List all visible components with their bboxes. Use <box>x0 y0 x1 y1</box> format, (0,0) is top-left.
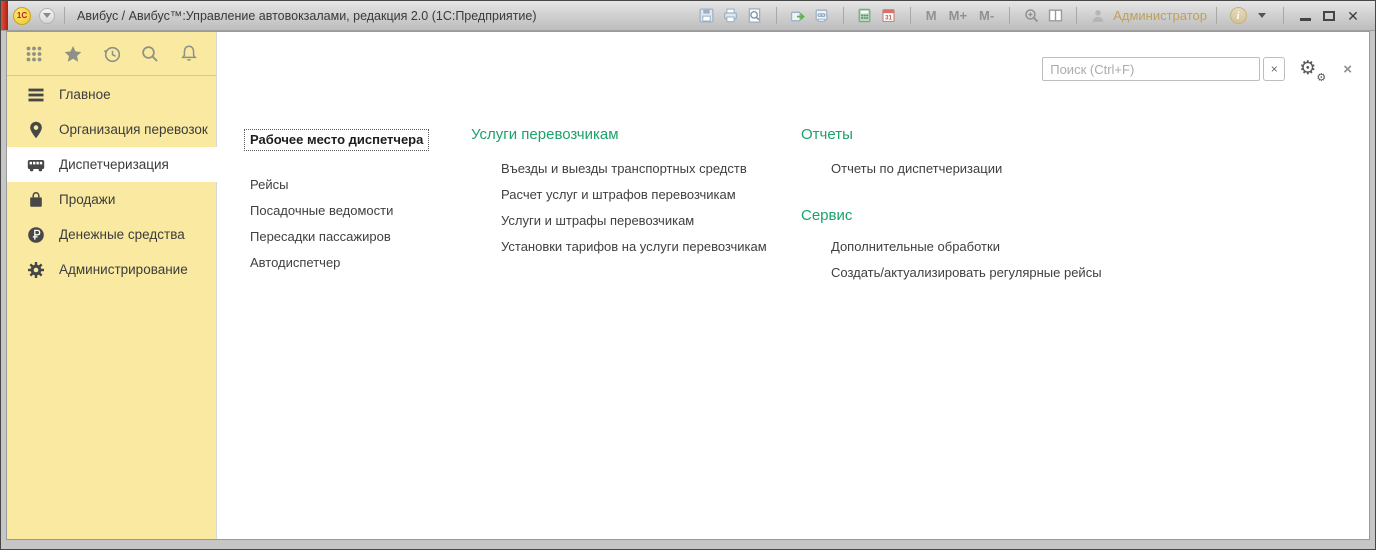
menu-lines-icon <box>26 85 46 105</box>
content-link[interactable]: Создать/актуализировать регулярные рейсы <box>831 260 1102 286</box>
system-menu-button[interactable] <box>39 8 55 24</box>
calendar-icon[interactable]: 31 <box>879 6 899 26</box>
column-2-links: Въезды и выезды транспортных средств Рас… <box>501 156 767 260</box>
calculator-icon[interactable] <box>855 6 875 26</box>
content-link[interactable]: Услуги и штрафы перевозчикам <box>501 208 767 234</box>
separator <box>910 7 911 24</box>
function-menu-panel: × ⚙ ⚙ × Рабочее место диспетчера Рейсы П… <box>217 32 1369 539</box>
map-pin-icon <box>26 120 46 140</box>
gear-icon <box>26 260 46 280</box>
save-icon[interactable] <box>697 6 717 26</box>
content-link[interactable]: Дополнительные обработки <box>831 234 1102 260</box>
featured-link-rabochee-mesto[interactable]: Рабочее место диспетчера <box>244 129 429 151</box>
go-to-link-icon[interactable] <box>788 6 808 26</box>
content-link[interactable]: Въезды и выезды транспортных средств <box>501 156 767 182</box>
sidebar-item-dispetcherizaciya[interactable]: Диспетчеризация <box>7 147 217 182</box>
close-panel-button[interactable]: × <box>1343 61 1352 78</box>
close-button[interactable]: ✕ <box>1343 6 1363 26</box>
content-link[interactable]: Отчеты по диспетчеризации <box>831 156 1002 182</box>
bus-icon <box>26 155 46 175</box>
separator <box>64 7 65 24</box>
sidebar-item-prodazhi[interactable]: Продажи <box>7 182 216 217</box>
section-menu: Главное Организация перевозок Диспетчери… <box>7 76 216 287</box>
memory-m-button[interactable]: M <box>926 8 937 23</box>
separator <box>1283 7 1284 24</box>
print-preview-icon[interactable] <box>745 6 765 26</box>
search-clear-button[interactable]: × <box>1263 57 1285 81</box>
ruble-coin-icon <box>26 225 46 245</box>
search-icon[interactable] <box>138 42 162 66</box>
app-window: 1С Авибус / Авибус™:Управление автовокза… <box>0 0 1376 550</box>
sidebar-item-glavnoe[interactable]: Главное <box>7 77 216 112</box>
window-title: Авибус / Авибус™:Управление автовокзалам… <box>77 9 537 23</box>
sidebar-item-organizaciya-perevozok[interactable]: Организация перевозок <box>7 112 216 147</box>
chevron-down-icon <box>43 13 51 18</box>
content-link[interactable]: Пересадки пассажиров <box>250 224 393 250</box>
sidebar-item-label: Организация перевозок <box>59 122 208 137</box>
user-icon <box>1088 6 1108 26</box>
search-row: × ⚙ ⚙ × <box>1042 56 1352 82</box>
search-input[interactable] <box>1042 57 1260 81</box>
memory-plus-button[interactable]: M+ <box>949 8 967 23</box>
section-header-uslugi: Услуги перевозчикам <box>471 125 619 145</box>
sidebar-item-label: Денежные средства <box>59 227 185 242</box>
window-edge-accent <box>1 1 8 30</box>
sidebar-item-denezhnye-sredstva[interactable]: Денежные средства <box>7 217 216 252</box>
history-icon[interactable] <box>100 42 124 66</box>
column-3-service-links: Дополнительные обработки Создать/актуали… <box>831 234 1102 286</box>
current-user-label[interactable]: Администратор <box>1113 8 1207 23</box>
get-link-icon[interactable] <box>812 6 832 26</box>
content-link[interactable]: Рейсы <box>250 172 393 198</box>
section-header-servis: Сервис <box>801 206 852 226</box>
content-link[interactable]: Посадочные ведомости <box>250 198 393 224</box>
content-link[interactable]: Автодиспетчер <box>250 250 393 276</box>
separator <box>1009 7 1010 24</box>
section-header-otchety: Отчеты <box>801 125 853 145</box>
shopping-bag-icon <box>26 190 46 210</box>
content-link[interactable]: Расчет услуг и штрафов перевозчикам <box>501 182 767 208</box>
separator <box>1076 7 1077 24</box>
separator <box>1216 7 1217 24</box>
minimize-button[interactable] <box>1295 6 1315 26</box>
section-panel: Главное Организация перевозок Диспетчери… <box>7 32 217 539</box>
settings-gears-icon[interactable]: ⚙ ⚙ <box>1299 56 1325 82</box>
1c-logo-icon: 1С <box>13 7 31 25</box>
notifications-bell-icon[interactable] <box>177 42 201 66</box>
panel-toolbar <box>7 32 216 76</box>
sidebar-item-label: Диспетчеризация <box>59 157 169 172</box>
separator <box>776 7 777 24</box>
dropdown-arrow-icon[interactable] <box>1252 6 1272 26</box>
info-icon[interactable]: i <box>1228 6 1248 26</box>
zoom-icon[interactable] <box>1021 6 1041 26</box>
maximize-button[interactable] <box>1319 6 1339 26</box>
memory-minus-button[interactable]: M- <box>979 8 994 23</box>
apps-grid-icon[interactable] <box>22 42 46 66</box>
sidebar-item-label: Администрирование <box>59 262 188 277</box>
content-link[interactable]: Установки тарифов на услуги перевозчикам <box>501 234 767 260</box>
column-3-reports-links: Отчеты по диспетчеризации <box>831 156 1002 182</box>
sidebar-item-label: Продажи <box>59 192 115 207</box>
title-bar: 1С Авибус / Авибус™:Управление автовокза… <box>1 1 1375 31</box>
svg-text:31: 31 <box>885 14 893 21</box>
sidebar-item-administrirovanie[interactable]: Администрирование <box>7 252 216 287</box>
print-icon[interactable] <box>721 6 741 26</box>
sidebar-item-label: Главное <box>59 87 111 102</box>
favorites-star-icon[interactable] <box>61 42 85 66</box>
split-window-icon[interactable] <box>1045 6 1065 26</box>
separator <box>843 7 844 24</box>
column-1-links: Рейсы Посадочные ведомости Пересадки пас… <box>250 172 393 276</box>
